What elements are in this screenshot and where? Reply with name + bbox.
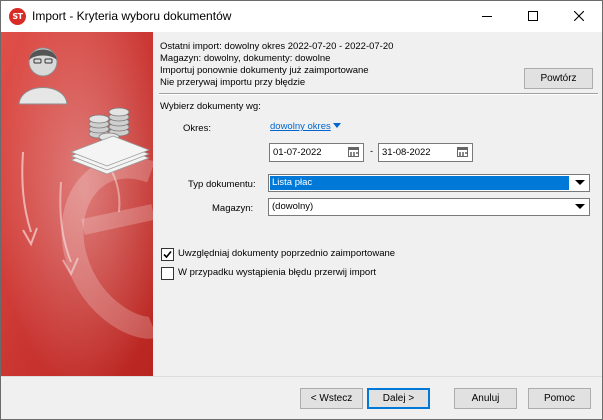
repeat-button[interactable]: Powtórz xyxy=(524,68,593,89)
reimport-info: Importuj ponownie dokumenty już zaimport… xyxy=(160,65,369,76)
import-dialog-window: ST Import - Kryteria wyboru dokumentów O… xyxy=(0,0,603,420)
no-interrupt-info: Nie przerywaj importu przy błędzie xyxy=(160,77,306,88)
doc-type-label: Typ dokumentu: xyxy=(188,179,256,190)
criteria-panel: Ostatni import: dowolny okres 2022-07-20… xyxy=(153,32,602,376)
criteria-header: Wybierz dokumenty wg: xyxy=(160,101,261,112)
date-range-separator: - xyxy=(370,146,374,157)
period-link-text: dowolny okres xyxy=(270,121,331,132)
dropdown-arrow-icon xyxy=(575,204,585,209)
import-illustration xyxy=(1,32,153,376)
back-button[interactable]: < Wstecz xyxy=(300,388,363,409)
minimize-icon xyxy=(482,16,492,17)
include-imported-label[interactable]: Uwzględniaj dokumenty poprzednio zaimpor… xyxy=(178,248,395,259)
store-label: Magazyn: xyxy=(212,203,254,214)
separator xyxy=(159,93,598,95)
minimize-button[interactable] xyxy=(464,1,510,32)
last-import-info: Ostatni import: dowolny okres 2022-07-20… xyxy=(160,41,394,52)
close-button[interactable] xyxy=(556,1,602,32)
stop-on-error-label[interactable]: W przypadku wystąpienia błędu przerwij i… xyxy=(178,267,376,278)
cancel-button[interactable]: Anuluj xyxy=(454,388,517,409)
checkmark-icon xyxy=(163,250,172,259)
stop-on-error-checkbox[interactable] xyxy=(161,267,174,280)
window-title: Import - Kryteria wyboru dokumentów xyxy=(32,9,232,23)
wizard-footer: < Wstecz Dalej > Anuluj Pomoc xyxy=(1,376,602,419)
maximize-button[interactable] xyxy=(510,1,556,32)
doc-type-select[interactable]: Lista płac xyxy=(268,174,590,192)
next-button[interactable]: Dalej > xyxy=(367,388,430,409)
store-value: (dowolny) xyxy=(272,201,314,212)
calendar-icon[interactable] xyxy=(457,147,468,157)
close-icon xyxy=(574,11,584,21)
app-logo-icon: ST xyxy=(9,8,26,25)
calendar-icon[interactable] xyxy=(348,147,359,157)
store-docs-info: Magazyn: dowolny, dokumenty: dowolne xyxy=(160,53,331,64)
date-to-field[interactable]: 31-08-2022 xyxy=(378,143,473,162)
wizard-side-banner xyxy=(1,32,153,376)
period-link[interactable]: dowolny okres xyxy=(270,121,341,132)
date-to-value: 31-08-2022 xyxy=(382,147,431,158)
dropdown-arrow-icon xyxy=(575,180,585,185)
date-from-field[interactable]: 01-07-2022 xyxy=(269,143,364,162)
maximize-icon xyxy=(528,11,538,21)
title-bar: ST Import - Kryteria wyboru dokumentów xyxy=(1,1,602,32)
chevron-down-icon xyxy=(332,123,341,128)
doc-type-value: Lista płac xyxy=(270,176,569,190)
period-label: Okres: xyxy=(183,123,211,134)
store-select[interactable]: (dowolny) xyxy=(268,198,590,216)
help-button[interactable]: Pomoc xyxy=(528,388,591,409)
date-from-value: 01-07-2022 xyxy=(273,147,322,158)
include-imported-checkbox[interactable] xyxy=(161,248,174,261)
